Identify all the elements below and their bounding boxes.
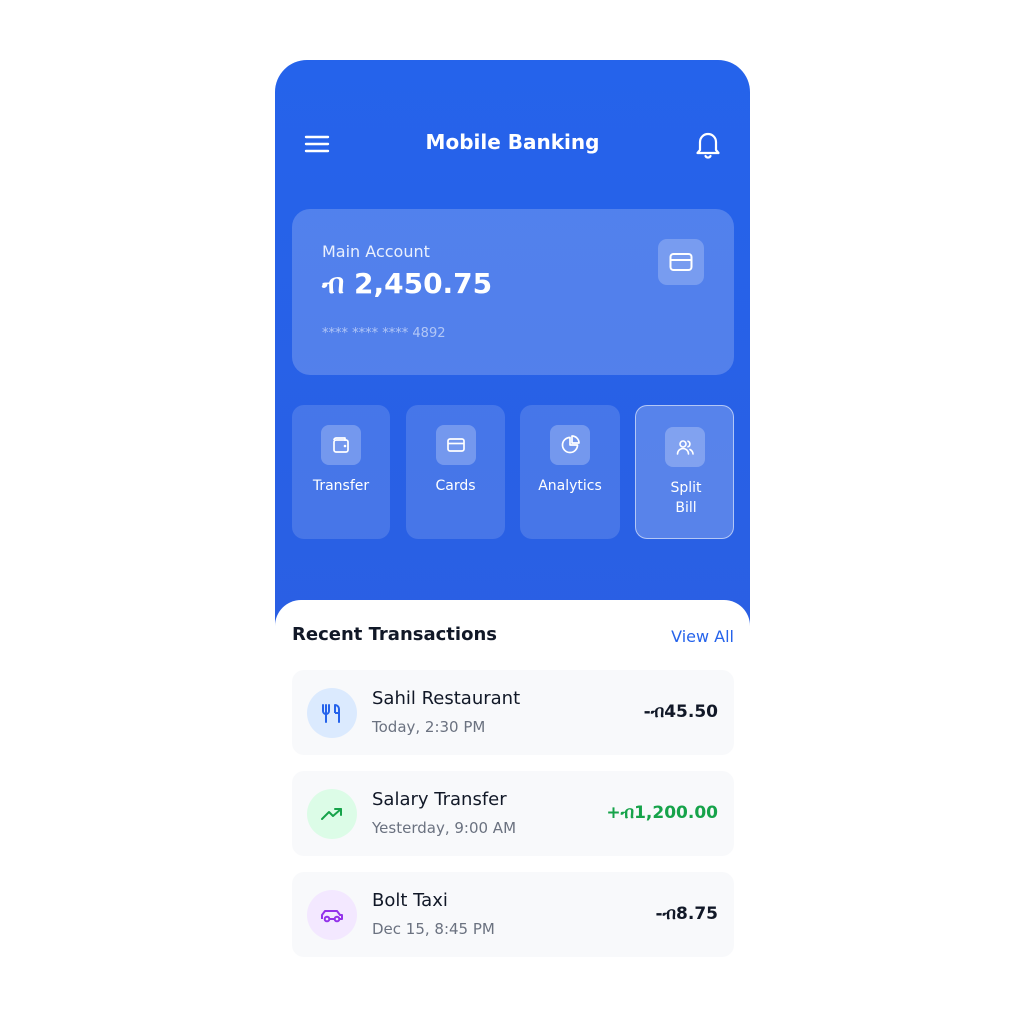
action-split-bill[interactable]: Split Bill — [635, 405, 734, 539]
notifications-button[interactable] — [693, 128, 723, 160]
card-details-button[interactable] — [658, 239, 704, 285]
page-title: Mobile Banking — [425, 130, 600, 154]
action-icon-box — [435, 425, 476, 465]
transaction-row[interactable]: Sahil Restaurant Today, 2:30 PM -ብ45.50 — [292, 670, 734, 755]
section-title: Recent Transactions — [292, 624, 497, 645]
transaction-time: Dec 15, 8:45 PM — [372, 920, 495, 938]
card-number: **** **** **** 4892 — [322, 326, 446, 341]
transaction-name: Salary Transfer — [372, 789, 507, 810]
transaction-amount: -ብ45.50 — [643, 702, 718, 722]
trending-up-icon — [321, 808, 342, 820]
action-icon-box — [321, 425, 361, 465]
transaction-name: Sahil Restaurant — [372, 688, 521, 709]
transaction-time: Today, 2:30 PM — [372, 718, 486, 736]
view-all-link[interactable]: View All — [671, 627, 734, 646]
phone-screen: Mobile Banking Main Account ብ 2,450.75 *… — [275, 60, 750, 970]
action-label: Split Bill — [670, 480, 702, 516]
bell-icon — [696, 132, 720, 159]
balance-amount: ብ 2,450.75 — [322, 267, 493, 300]
pie-chart-icon — [561, 435, 580, 454]
account-label: Main Account — [322, 242, 430, 261]
action-label: Transfer — [312, 478, 370, 494]
users-icon — [676, 440, 694, 455]
transaction-row[interactable]: Bolt Taxi Dec 15, 8:45 PM -ብ8.75 — [292, 872, 734, 957]
utensils-icon — [322, 704, 340, 723]
action-label: Analytics — [538, 478, 602, 494]
transaction-avatar — [307, 688, 357, 738]
card-icon — [446, 438, 465, 452]
transaction-avatar — [307, 789, 357, 839]
hero-section: Mobile Banking Main Account ብ 2,450.75 *… — [275, 60, 750, 640]
action-icon-box — [664, 427, 705, 467]
credit-card-icon — [669, 253, 693, 271]
action-transfer[interactable]: Transfer — [292, 405, 390, 539]
action-cards[interactable]: Cards — [406, 405, 505, 539]
action-icon-box — [550, 425, 590, 465]
transaction-name: Bolt Taxi — [372, 890, 448, 911]
transaction-row[interactable]: Salary Transfer Yesterday, 9:00 AM +ብ1,2… — [292, 771, 734, 856]
transaction-time: Yesterday, 9:00 AM — [372, 819, 517, 837]
car-icon — [321, 910, 343, 923]
transactions-sheet: Recent Transactions View All Sahil Resta… — [275, 600, 750, 970]
balance-card[interactable]: Main Account ብ 2,450.75 **** **** **** 4… — [292, 209, 734, 375]
transaction-avatar — [307, 890, 357, 940]
transaction-amount: -ብ8.75 — [655, 904, 719, 924]
wallet-icon — [333, 437, 349, 453]
action-analytics[interactable]: Analytics — [520, 405, 620, 539]
action-label: Cards — [435, 478, 476, 494]
transaction-amount: +ብ1,200.00 — [606, 803, 718, 823]
